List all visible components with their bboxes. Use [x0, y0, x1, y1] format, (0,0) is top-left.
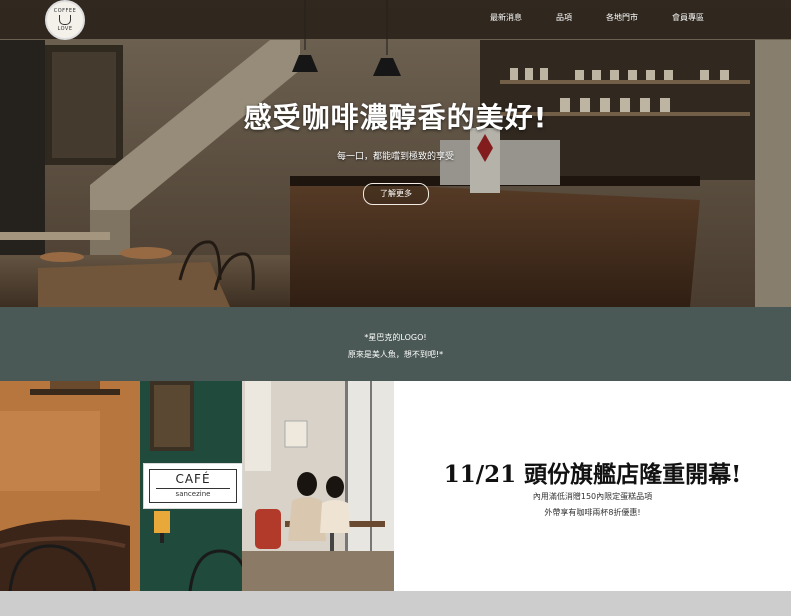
logo-top-text: COFFEE [53, 8, 77, 14]
feature-text-1: 內用滿低消贈150內限定蛋糕品項 [532, 492, 653, 501]
cafe-sign-title: CAFÉ [175, 472, 211, 486]
nav-link-products[interactable]: 品項 [539, 12, 589, 23]
feature-title: 11/21 頭份旗艦店隆重開幕! [443, 461, 742, 488]
hero-subtitle: 每一口，都能嚐到極致的享受 [336, 152, 454, 162]
top-navbar: COFFEE LOVE 最新消息 品項 各地門市 會員專區 [0, 0, 791, 40]
nav-links: 最新消息 品項 各地門市 會員專區 [473, 12, 721, 23]
coffee-love-logo[interactable]: COFFEE LOVE [45, 0, 85, 40]
band-text-2: 原來是美人魚，想不到吧!* [347, 350, 444, 359]
store-photo: CAFÉ sancezine [0, 381, 394, 591]
hero-banner: 感受咖啡濃醇香的美好! 每一口，都能嚐到極致的享受 了解更多 [0, 0, 791, 307]
feature-section: CAFÉ sancezine 11/21 頭份旗艦店隆重開幕! 內用滿低消贈15… [0, 381, 791, 591]
cafe-sign: CAFÉ sancezine [143, 463, 243, 509]
hero-title: 感受咖啡濃醇香的美好! [243, 101, 548, 134]
cafe-sign-frame: CAFÉ sancezine [149, 469, 237, 503]
band-text-1: *星巴克的LOGO! [364, 333, 427, 342]
cafe-sign-subtitle: sancezine [175, 490, 211, 498]
learn-more-button[interactable]: 了解更多 [363, 183, 429, 205]
feature-text-2: 外帶享有咖啡兩杯8折優惠! [544, 508, 641, 517]
nav-link-news[interactable]: 最新消息 [473, 12, 539, 23]
coffee-cup-icon [59, 15, 71, 25]
info-band: *星巴克的LOGO! 原來是美人魚，想不到吧!* [0, 307, 791, 381]
nav-link-members[interactable]: 會員專區 [655, 12, 721, 23]
footer-strip [0, 591, 791, 616]
logo-bottom-text: LOVE [57, 26, 73, 32]
nav-link-stores[interactable]: 各地門市 [589, 12, 655, 23]
